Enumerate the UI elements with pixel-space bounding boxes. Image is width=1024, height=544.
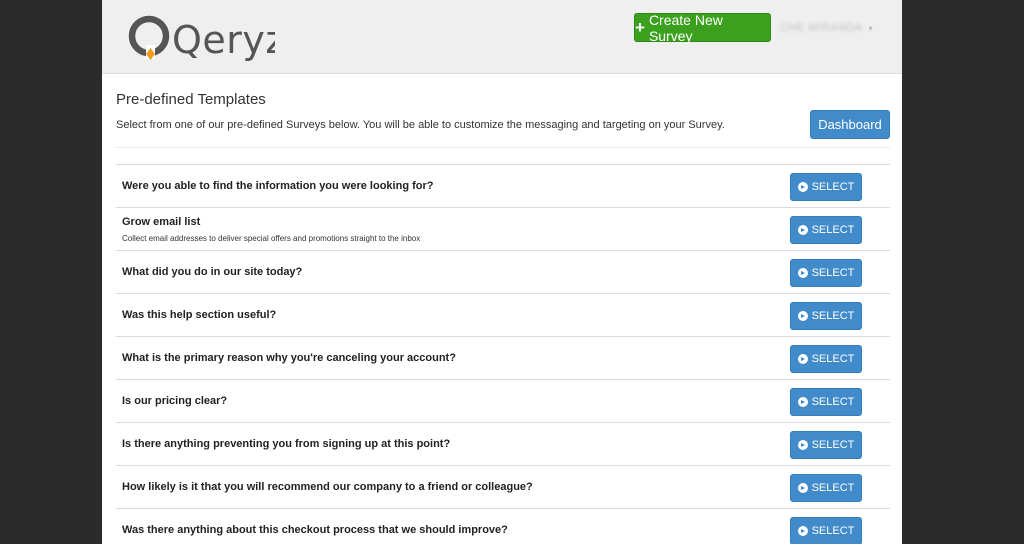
template-question: How likely is it that you will recommend… [122,481,533,493]
template-question: Was there anything about this checkout p… [122,524,508,536]
arrow-circle-right-icon [797,354,808,364]
header-bar: Qeryz + Create New Survey CHE MIRANDA ▾ [102,0,902,74]
page-title: Pre-defined Templates [116,91,266,108]
user-menu[interactable]: CHE MIRANDA ▾ [780,18,873,38]
select-label: SELECT [811,439,855,451]
logo-wordmark: Qeryz [172,18,275,62]
page-subtitle: Select from one of our pre-defined Surve… [116,119,725,131]
arrow-circle-right-icon [797,182,808,192]
select-label: SELECT [811,181,855,193]
select-button[interactable]: SELECT [790,388,862,416]
template-question: Is our pricing clear? [122,395,228,407]
template-row: Were you able to find the information yo… [116,165,890,208]
select-button[interactable]: SELECT [790,216,862,244]
select-label: SELECT [811,396,855,408]
template-row: Was there anything about this checkout p… [116,509,890,544]
template-question: Grow email list [122,216,201,228]
template-row: What is the primary reason why you're ca… [116,337,890,380]
select-button[interactable]: SELECT [790,431,862,459]
caret-down-icon: ▾ [868,23,873,33]
template-row: Is there anything preventing you from si… [116,423,890,466]
create-new-survey-button[interactable]: + Create New Survey [634,11,771,44]
select-label: SELECT [811,353,855,365]
template-question: What is the primary reason why you're ca… [122,352,456,364]
template-row: What did you do in our site today? SELECT [116,251,890,294]
qeryz-logo[interactable]: Qeryz [125,7,275,65]
template-row: How likely is it that you will recommend… [116,466,890,509]
select-label: SELECT [811,267,855,279]
template-question: Was this help section useful? [122,309,277,321]
create-new-survey-label: Create New Survey [648,11,723,44]
divider [116,147,890,148]
arrow-circle-right-icon [797,311,808,321]
arrow-circle-right-icon [797,225,808,235]
arrow-circle-right-icon [797,397,808,407]
page: Qeryz + Create New Survey CHE MIRANDA ▾ … [102,0,902,544]
template-question: What did you do in our site today? [122,266,303,278]
dashboard-button[interactable]: Dashboard [810,110,890,139]
template-row: Is our pricing clear? SELECT [116,380,890,423]
user-name: CHE MIRANDA [780,22,863,34]
arrow-circle-right-icon [797,440,808,450]
plus-icon: + [635,18,645,37]
template-row: Was this help section useful? SELECT [116,294,890,337]
select-button[interactable]: SELECT [790,474,862,502]
template-question: Is there anything preventing you from si… [122,438,451,450]
arrow-circle-right-icon [797,268,808,278]
arrow-circle-right-icon [797,483,808,493]
template-description: Collect email addresses to deliver speci… [122,234,421,243]
template-list: Were you able to find the information yo… [116,164,890,544]
select-label: SELECT [811,482,855,494]
arrow-circle-right-icon [797,526,808,536]
template-row: Grow email list Collect email addresses t… [116,208,890,251]
select-button[interactable]: SELECT [790,302,862,330]
select-button[interactable]: SELECT [790,259,862,287]
select-button[interactable]: SELECT [790,345,862,373]
select-button[interactable]: SELECT [790,173,862,201]
select-label: SELECT [811,310,855,322]
select-label: SELECT [811,224,855,236]
select-label: SELECT [811,525,855,537]
select-button[interactable]: SELECT [790,517,862,544]
template-question: Were you able to find the information yo… [122,180,434,192]
